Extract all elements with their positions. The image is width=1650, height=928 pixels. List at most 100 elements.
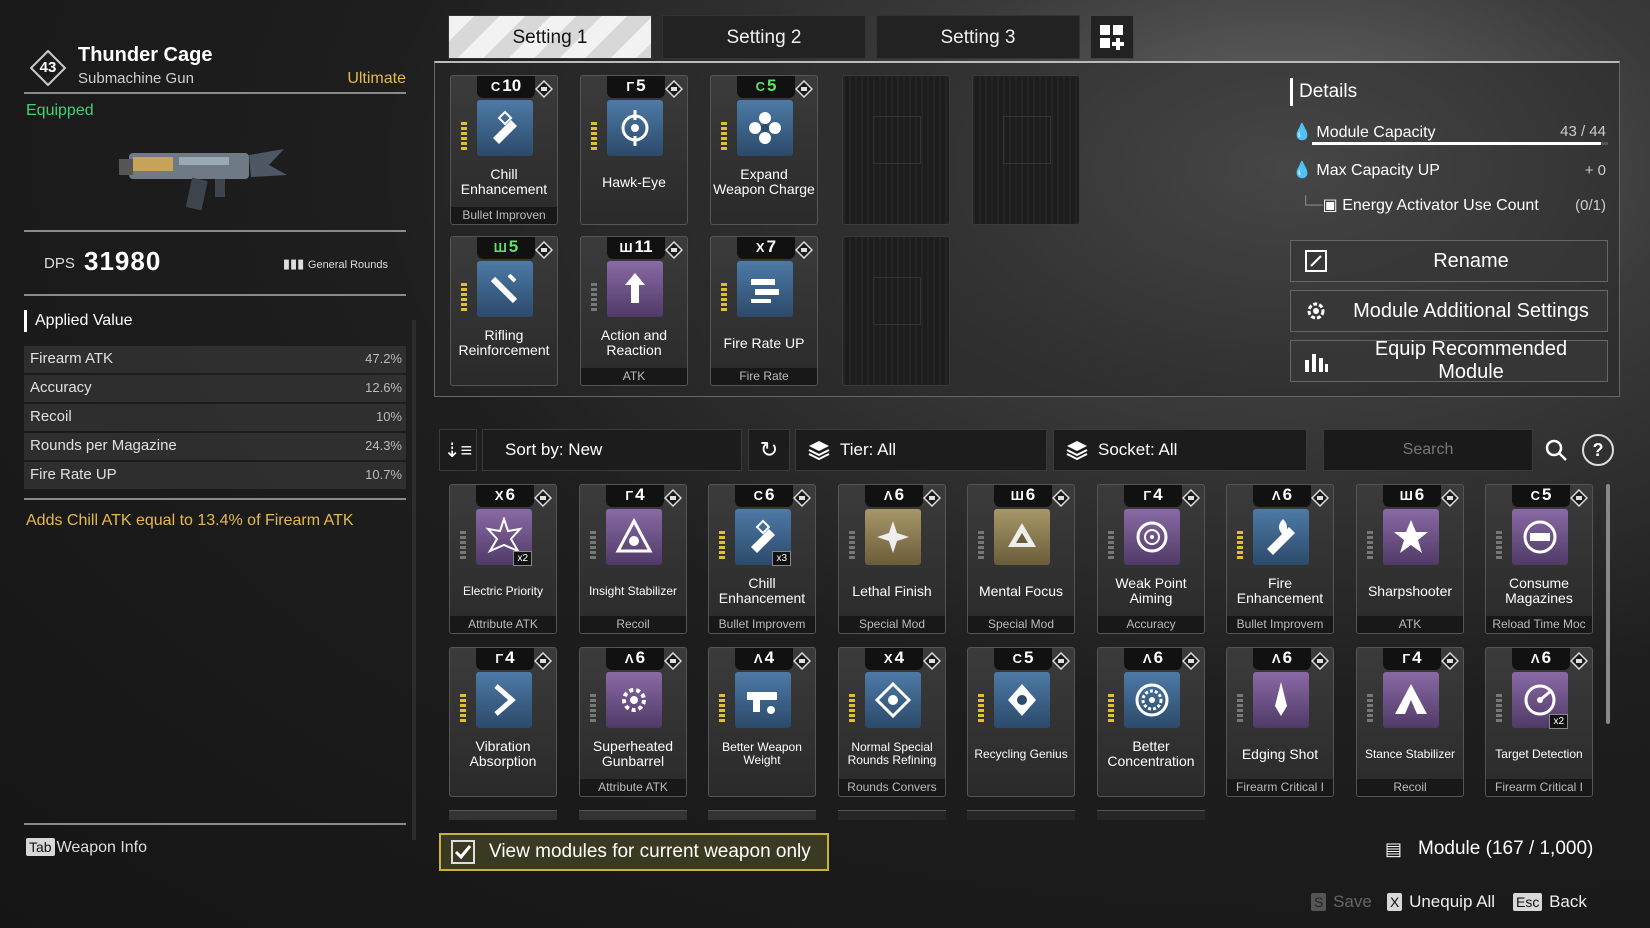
back-button[interactable]: Esc Back	[1513, 892, 1587, 912]
module-card[interactable]: X 4 Normal Special Rounds Refining Rounds C…	[838, 647, 946, 797]
module-icon-frame	[1253, 509, 1309, 565]
module-cost: Ш5	[477, 237, 535, 259]
module-card[interactable]: Λ 4 Better Weapon Weight	[708, 647, 816, 797]
add-preset-button[interactable]	[1090, 15, 1134, 59]
socket-type-symbol: Λ	[1271, 488, 1281, 503]
module-box-icon: ▤	[1385, 838, 1403, 859]
socket-filter-dropdown[interactable]: Socket: All	[1053, 429, 1307, 471]
module-card[interactable]: Γ 5 Hawk-Eye	[580, 75, 688, 225]
tab-setting-1[interactable]: Setting 1	[448, 15, 652, 59]
module-card[interactable]: Λ 6 Superheated Gunbarrel Attribute ATK	[579, 647, 687, 797]
tab-setting-3[interactable]: Setting 3	[876, 15, 1080, 59]
module-card[interactable]: C 10 Chill Enhancement Bullet Improven	[450, 75, 558, 225]
refresh-button[interactable]: ↻	[748, 429, 790, 471]
module-card[interactable]: Γ 4 Weak Point Aiming Accuracy	[1097, 484, 1205, 634]
module-card[interactable]: Λ 6 Lethal Finish Special Mod	[838, 484, 946, 634]
enhance-level-bars	[1367, 694, 1373, 722]
socket-type-symbol: X	[494, 488, 504, 503]
stat-name: Firearm ATK	[30, 350, 114, 367]
unequip-all-button[interactable]: X Unequip All	[1387, 892, 1495, 912]
module-card[interactable]: Γ 4 Vibration Absorption	[449, 647, 557, 797]
sort-label: Sort by: New	[505, 440, 603, 459]
module-icon-frame	[865, 509, 921, 565]
tier-filter-dropdown[interactable]: Tier: All	[795, 429, 1047, 471]
module-icon-frame	[1124, 672, 1180, 728]
module-card[interactable]: C 6 x3 Chill Enhancement Bullet Improvem	[708, 484, 816, 634]
search-button[interactable]	[1540, 434, 1572, 466]
help-button[interactable]: ?	[1582, 434, 1614, 466]
empty-module-slot[interactable]	[842, 75, 950, 225]
module-card[interactable]: Λ 6 x2 Target Detection Firearm Critical I	[1485, 647, 1593, 797]
module-card-partial[interactable]	[967, 810, 1075, 820]
module-card[interactable]: Γ 4 Insight Stabilizer Recoil	[579, 484, 687, 634]
rifling-icon	[490, 273, 518, 304]
module-card[interactable]: Γ 4 Stance Stabilizer Recoil	[1356, 647, 1464, 797]
module-card[interactable]: Ш 5 Rifling Reinforcement	[450, 236, 558, 386]
module-card[interactable]: X 6 x2 Electric Priority Attribute ATK	[449, 484, 557, 634]
empty-module-slot[interactable]	[972, 75, 1080, 225]
module-card[interactable]: C 5 Recycling Genius	[967, 647, 1075, 797]
module-card[interactable]: Λ 6 Edging Shot Firearm Critical I	[1226, 647, 1334, 797]
module-card[interactable]: Λ 6 Fire Enhancement Bullet Improvem	[1226, 484, 1334, 634]
weapon-info-hint[interactable]: Tab Weapon Info	[26, 838, 147, 857]
module-cost: Γ5	[607, 76, 665, 98]
module-info-diamond-icon	[1181, 651, 1201, 671]
module-count-label: Module (167 / 1,000)	[1418, 838, 1594, 859]
module-socket-type: Reload Time Moc	[1486, 616, 1592, 633]
checkbox-checked-icon	[451, 840, 475, 864]
module-cost-value: 6	[635, 648, 646, 667]
module-icon-frame	[1383, 672, 1439, 728]
save-button[interactable]: S Save	[1311, 892, 1372, 912]
search-input[interactable]: Search	[1323, 429, 1533, 471]
module-cost-value: 5	[636, 76, 646, 95]
gear-burst-icon	[622, 688, 646, 712]
refresh-icon: ↻	[759, 437, 779, 462]
module-card[interactable]: Λ 6 Better Concentration	[1097, 647, 1205, 797]
socket-type-symbol: X	[883, 651, 893, 666]
module-card[interactable]: C 5 Consume Magazines Reload Time Moc	[1485, 484, 1593, 634]
weapon-image	[119, 135, 289, 220]
module-icon-frame	[994, 672, 1050, 728]
module-card[interactable]: Ш 6 Sharpshooter ATK	[1356, 484, 1464, 634]
module-card[interactable]: Ш 11 Action and Reaction ATK	[580, 236, 688, 386]
module-icon-frame	[476, 672, 532, 728]
crosshair-icon	[621, 110, 649, 146]
module-name: Weak Point Aiming	[1115, 575, 1187, 606]
sort-dropdown[interactable]: Sort by: New	[482, 429, 742, 471]
module-card-partial[interactable]	[838, 810, 946, 820]
unequip-label: Unequip All	[1409, 892, 1496, 911]
socket-type-symbol: Γ	[1402, 651, 1411, 666]
module-count: ▤ Module (167 / 1,000)	[1385, 838, 1593, 860]
module-info-diamond-icon	[533, 488, 553, 508]
weapon-name: Thunder Cage	[78, 44, 213, 66]
equipped-status: Equipped	[26, 102, 94, 119]
left-scrollbar[interactable]	[412, 320, 416, 840]
module-card[interactable]: C 5 Expand Weapon Charge	[710, 75, 818, 225]
tab-setting-2[interactable]: Setting 2	[662, 15, 866, 59]
empty-module-slot[interactable]	[842, 236, 950, 386]
socket-type-symbol: Ш	[493, 240, 507, 255]
stat-row: Accuracy 12.6%	[24, 375, 406, 402]
module-cost: C5	[994, 648, 1052, 670]
view-current-weapon-only-toggle[interactable]: View modules for current weapon only	[439, 833, 829, 871]
module-socket-type: Fire Rate	[711, 368, 817, 385]
module-additional-settings-button[interactable]: Module Additional Settings	[1290, 290, 1608, 332]
rename-button[interactable]: Rename	[1290, 240, 1608, 282]
module-name: Superheated Gunbarrel	[592, 738, 674, 769]
enhance-level-bars	[978, 531, 984, 559]
divider	[24, 823, 406, 825]
module-card-partial[interactable]	[449, 810, 557, 820]
equip-recommended-button[interactable]: Equip Recommended Module	[1290, 338, 1608, 383]
module-card-partial[interactable]	[579, 810, 687, 820]
inventory-scrollbar[interactable]	[1606, 484, 1610, 724]
sort-order-button[interactable]: ⇣≡	[439, 429, 477, 471]
module-info-diamond-icon	[663, 651, 683, 671]
module-cost-value: 6	[1282, 648, 1293, 667]
module-card[interactable]: X 7 Fire Rate UP Fire Rate	[710, 236, 818, 386]
module-name: Mental Focus	[978, 582, 1064, 599]
module-card[interactable]: Ш 6 Mental Focus Special Mod	[967, 484, 1075, 634]
socket-type-symbol: C	[755, 79, 765, 94]
module-card-partial[interactable]	[1097, 810, 1205, 820]
stack-multiplier: x2	[513, 551, 532, 566]
module-card-partial[interactable]	[708, 810, 816, 820]
